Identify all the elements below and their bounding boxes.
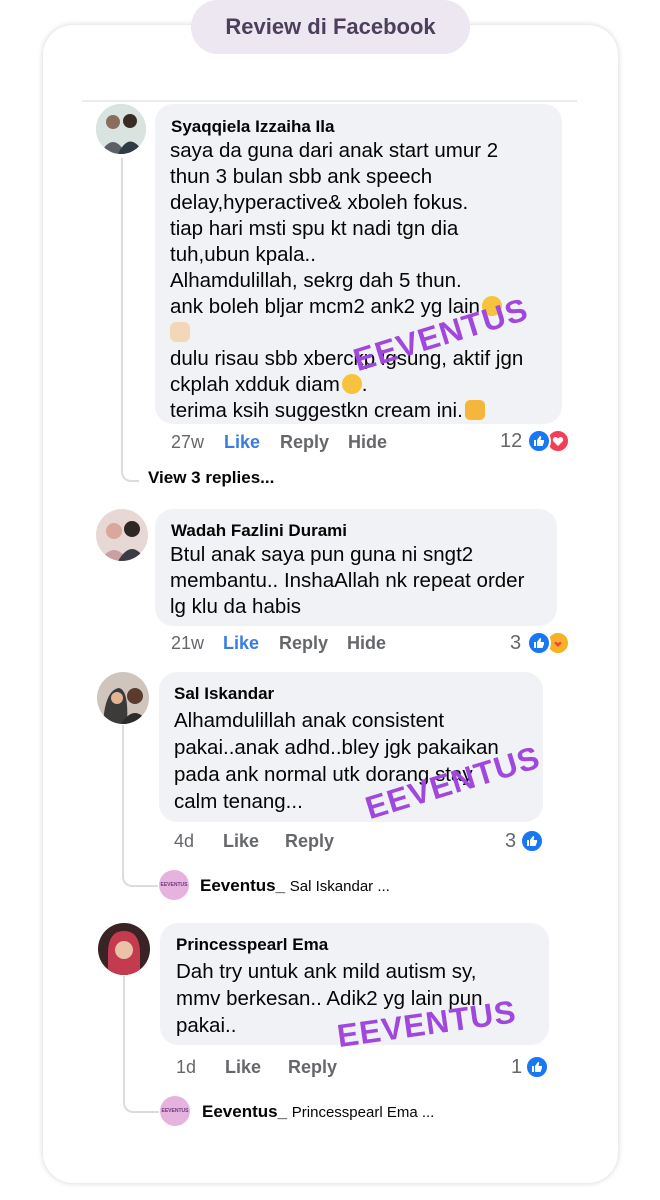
timestamp: 21w (171, 633, 205, 653)
comment-line: dulu risau sbb xberckp lgsung, aktif jgn (170, 347, 524, 370)
comment-line: ank boleh bljar mcm2 ank2 yg lain (170, 295, 480, 318)
comment-line: membantu.. InshaAllah nk repeat order (170, 569, 525, 592)
comment-line: pakai..anak adhd..bley jgk pakaikan (174, 736, 499, 759)
reply-preview[interactable]: Eeventus_ Princesspearl Ema ... (202, 1102, 434, 1122)
eeventus-logo: EEVENTUS (160, 1096, 190, 1126)
comment-actions: 1d Like Reply (176, 1057, 476, 1079)
eeventus-logo: EEVENTUS (159, 870, 189, 900)
comment-line: Btul anak saya pun guna ni sngt2 (170, 543, 474, 566)
reply-author: Eeventus_ (200, 876, 286, 895)
like-reaction-icon (520, 829, 544, 853)
comment-author[interactable]: Wadah Fazlini Durami (171, 521, 347, 541)
comment-author[interactable]: Syaqqiela Izzaiha Ila (171, 117, 334, 137)
comment-line: Alhamdulillah, sekrg dah 5 thun. (170, 269, 462, 292)
comment-actions: 27w Like Reply Hide (171, 432, 551, 454)
avatar (97, 672, 149, 724)
thread-line (122, 725, 158, 887)
reaction-count: 3 (505, 830, 517, 852)
like-reaction-icon (525, 1055, 549, 1079)
reply-button[interactable]: Reply (279, 633, 328, 654)
comment-line: thun 3 bulan sbb ank speech (170, 165, 433, 188)
divider (82, 100, 577, 102)
like-button[interactable]: Like (223, 633, 259, 654)
avatar (96, 104, 146, 154)
avatar (98, 923, 150, 975)
reaction-count: 3 (510, 632, 522, 654)
comment-actions: 21w Like Reply Hide (171, 633, 551, 655)
like-reaction-icon (527, 429, 551, 453)
reply-author: Eeventus_ (202, 1102, 288, 1121)
thumbs-up-emoji-icon (464, 400, 485, 420)
timestamp: 4d (174, 831, 195, 851)
reaction-count: 12 (500, 430, 523, 452)
view-replies-link[interactable]: View 3 replies... (148, 468, 274, 488)
hide-button[interactable]: Hide (347, 633, 386, 654)
like-button[interactable]: Like (223, 831, 259, 852)
eeventus-logo-label: EEVENTUS (160, 882, 188, 888)
comment-line: delay,hyperactive& xboleh fokus. (170, 191, 469, 214)
comment-line: terima ksih suggestkn cream ini. (170, 399, 463, 422)
comment-line: tuh,ubun kpala.. (170, 243, 316, 266)
thread-line (123, 976, 159, 1113)
eeventus-logo-label: EEVENTUS (161, 1108, 189, 1114)
reaction-count: 1 (511, 1056, 523, 1078)
hide-button[interactable]: Hide (348, 432, 387, 453)
like-reaction-icon (527, 631, 551, 655)
clap-emoji-icon (170, 322, 190, 342)
avatar (96, 509, 148, 561)
section-title: Review di Facebook (191, 0, 470, 54)
comment-line: ckplah xdduk diam (170, 373, 340, 396)
reply-button[interactable]: Reply (285, 831, 334, 852)
reply-button[interactable]: Reply (280, 432, 329, 453)
comment-line: Alhamdulillah anak consistent (174, 709, 445, 732)
reply-button[interactable]: Reply (288, 1057, 337, 1078)
comment-actions: 4d Like Reply (174, 831, 474, 853)
timestamp: 1d (176, 1057, 197, 1077)
timestamp: 27w (171, 432, 205, 452)
comment-author[interactable]: Princesspearl Ema (176, 935, 328, 955)
like-button[interactable]: Like (224, 432, 260, 453)
comment-line: Dah try untuk ank mild autism sy, (176, 960, 477, 983)
like-button[interactable]: Like (225, 1057, 261, 1078)
comment-text: saya da guna dari anak start umur 2 thun… (170, 139, 524, 422)
comment-line: tiap hari msti spu kt nadi tgn dia (170, 217, 459, 240)
comment-line: lg klu da habis (170, 595, 302, 618)
reply-text: Princesspearl Ema ... (291, 1104, 435, 1121)
thread-line (121, 158, 139, 482)
reply-text: Sal Iskandar ... (289, 878, 390, 895)
comment-text: Btul anak saya pun guna ni sngt2 membant… (170, 542, 524, 620)
comment-author[interactable]: Sal Iskandar (174, 684, 274, 704)
reply-preview[interactable]: Eeventus_ Sal Iskandar ... (200, 876, 390, 896)
comment-line: saya da guna dari anak start umur 2 (170, 139, 499, 162)
